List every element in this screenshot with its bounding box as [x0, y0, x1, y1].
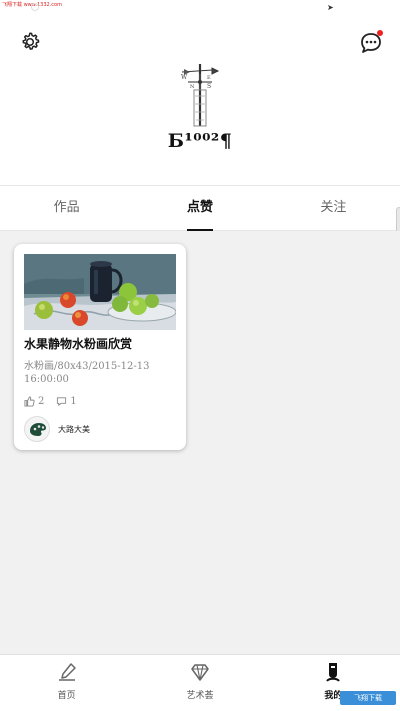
- liked-works-grid: 水果静物水粉画欣赏 水粉画/80x43/2015-12-13 16:00:00 …: [0, 231, 400, 654]
- signal-icon: ➤: [327, 3, 334, 12]
- status-dot-icon: [31, 3, 39, 11]
- message-button[interactable]: [358, 30, 384, 56]
- settings-button[interactable]: [18, 30, 42, 54]
- like-count: 2: [38, 395, 45, 407]
- weather-vane-avatar-image: W S N E: [181, 64, 220, 127]
- nav-home-label: 首页: [57, 691, 76, 701]
- svg-text:W: W: [181, 74, 188, 81]
- artwork-thumbnail: [24, 254, 176, 330]
- watermark-badge: 飞翔下载: [340, 691, 396, 705]
- tab-follow[interactable]: 关注: [267, 186, 400, 230]
- tab-works[interactable]: 作品: [0, 186, 133, 230]
- user-avatar[interactable]: W S N E: [172, 60, 228, 130]
- artwork-card[interactable]: 水果静物水粉画欣赏 水粉画/80x43/2015-12-13 16:00:00 …: [14, 244, 186, 450]
- author-name[interactable]: 大路大美: [58, 424, 90, 435]
- username: Б¹⁰⁰²¶: [167, 130, 233, 152]
- profile-tabs: 作品 点赞 关注: [0, 185, 400, 231]
- nav-art-hub-label: 艺术荟: [186, 691, 214, 701]
- nav-home[interactable]: 首页: [0, 655, 133, 711]
- comment-count: 1: [70, 395, 77, 407]
- svg-text:E: E: [207, 75, 211, 81]
- author-avatar[interactable]: [24, 416, 50, 442]
- artwork-stats: 2 1: [24, 394, 89, 408]
- gear-icon: [22, 32, 40, 50]
- artwork-meta: 水粉画/80x43/2015-12-13 16:00:00: [24, 361, 150, 385]
- person-icon: [326, 663, 341, 682]
- svg-text:N: N: [190, 84, 195, 90]
- thumbs-up-icon[interactable]: [24, 395, 35, 407]
- brush-home-icon: [58, 663, 76, 681]
- comment-icon[interactable]: [56, 396, 67, 407]
- status-bar: 飞翔下载 www.1332.com ➤: [0, 0, 400, 14]
- notification-dot: [377, 30, 383, 36]
- svg-text:S: S: [207, 83, 211, 90]
- tab-likes[interactable]: 点赞: [133, 186, 266, 231]
- palette-icon: [30, 423, 46, 436]
- nav-art-hub[interactable]: 艺术荟: [133, 655, 266, 711]
- diamond-icon: [191, 664, 209, 681]
- artwork-title: 水果静物水粉画欣赏: [24, 337, 133, 351]
